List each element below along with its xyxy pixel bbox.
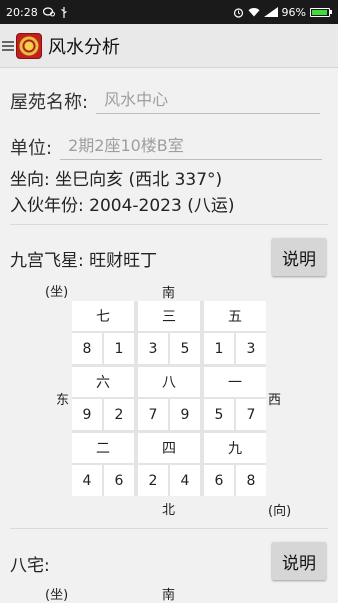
mountain-star: 1 (204, 333, 234, 364)
mountain-star: 5 (204, 399, 234, 430)
period-star: 八 (138, 367, 200, 397)
period-star: 七 (72, 301, 134, 331)
signal-icon (263, 7, 278, 17)
mountain-star: 2 (138, 465, 168, 496)
palace-cell: 六92 (72, 367, 134, 430)
flying-star-grid: 七81三35五13六92八79一57二46四24九68 (72, 301, 266, 496)
palace-cell: 一57 (204, 367, 266, 430)
water-star: 8 (236, 465, 266, 496)
water-star: 1 (104, 333, 134, 364)
usb-icon (60, 6, 68, 18)
estate-name-label: 屋苑名称: (10, 92, 89, 113)
alarm-icon (233, 7, 244, 18)
west-label: 西 (268, 393, 282, 408)
app-bar: 风水分析 (0, 24, 338, 68)
flying-star-help-button[interactable]: 说明 (272, 238, 326, 276)
water-star: 6 (104, 465, 134, 496)
east-label: 东 (56, 393, 70, 408)
mountain-star: 4 (72, 465, 102, 496)
period-text: 入伙年份: 2004-2023 (八运) (10, 196, 235, 216)
period-star: 二 (72, 433, 134, 463)
palace-cell: 五13 (204, 301, 266, 364)
app-title: 风水分析 (48, 36, 120, 58)
ba-zhai-title: 八宅: (10, 556, 50, 576)
north-label: 北 (162, 503, 176, 518)
battery-percent: 96% (281, 5, 306, 19)
palace-cell: 四24 (138, 433, 200, 496)
south-label: 南 (162, 286, 176, 301)
divider (10, 528, 328, 529)
menu-icon[interactable] (2, 40, 14, 51)
estate-name-field[interactable]: 风水中心 (96, 86, 321, 114)
palace-cell: 三35 (138, 301, 200, 364)
face-label: (向) (268, 504, 292, 519)
unit-label: 单位: (10, 138, 53, 159)
unit-field[interactable]: 2期2座10楼B室 (60, 132, 323, 160)
estate-name-row: 屋苑名称: 风水中心 (10, 86, 321, 114)
flying-star-title: 九宫飞星: 旺财旺丁 (10, 251, 158, 271)
status-bar: 20:28 96% (0, 0, 338, 24)
divider (10, 224, 328, 225)
wifi-icon (248, 7, 260, 17)
water-star: 2 (104, 399, 134, 430)
water-star: 3 (236, 333, 266, 364)
water-star: 9 (170, 399, 200, 430)
palace-cell: 八79 (138, 367, 200, 430)
period-star: 一 (204, 367, 266, 397)
sit-label: (坐) (45, 285, 69, 300)
water-star: 7 (236, 399, 266, 430)
battery-icon (310, 7, 332, 17)
ba-zhai-south-label: 南 (162, 588, 176, 603)
palace-cell: 二46 (72, 433, 134, 496)
mountain-star: 8 (72, 333, 102, 364)
period-star: 五 (204, 301, 266, 331)
ba-zhai-sit-label: (坐) (45, 588, 69, 603)
period-star: 九 (204, 433, 266, 463)
mountain-star: 6 (204, 465, 234, 496)
unit-row: 单位: 2期2座10楼B室 (10, 132, 323, 160)
ba-zhai-help-button[interactable]: 说明 (272, 542, 326, 580)
chat-notification-icon (42, 7, 55, 17)
status-time: 20:28 (6, 5, 38, 19)
period-star: 六 (72, 367, 134, 397)
app-logo (16, 32, 42, 59)
mountain-star: 7 (138, 399, 168, 430)
facing-text: 坐向: 坐巳向亥 (西北 337°) (10, 170, 223, 190)
mountain-star: 3 (138, 333, 168, 364)
water-star: 4 (170, 465, 200, 496)
mountain-star: 9 (72, 399, 102, 430)
period-star: 三 (138, 301, 200, 331)
palace-cell: 九68 (204, 433, 266, 496)
water-star: 5 (170, 333, 200, 364)
period-star: 四 (138, 433, 200, 463)
palace-cell: 七81 (72, 301, 134, 364)
